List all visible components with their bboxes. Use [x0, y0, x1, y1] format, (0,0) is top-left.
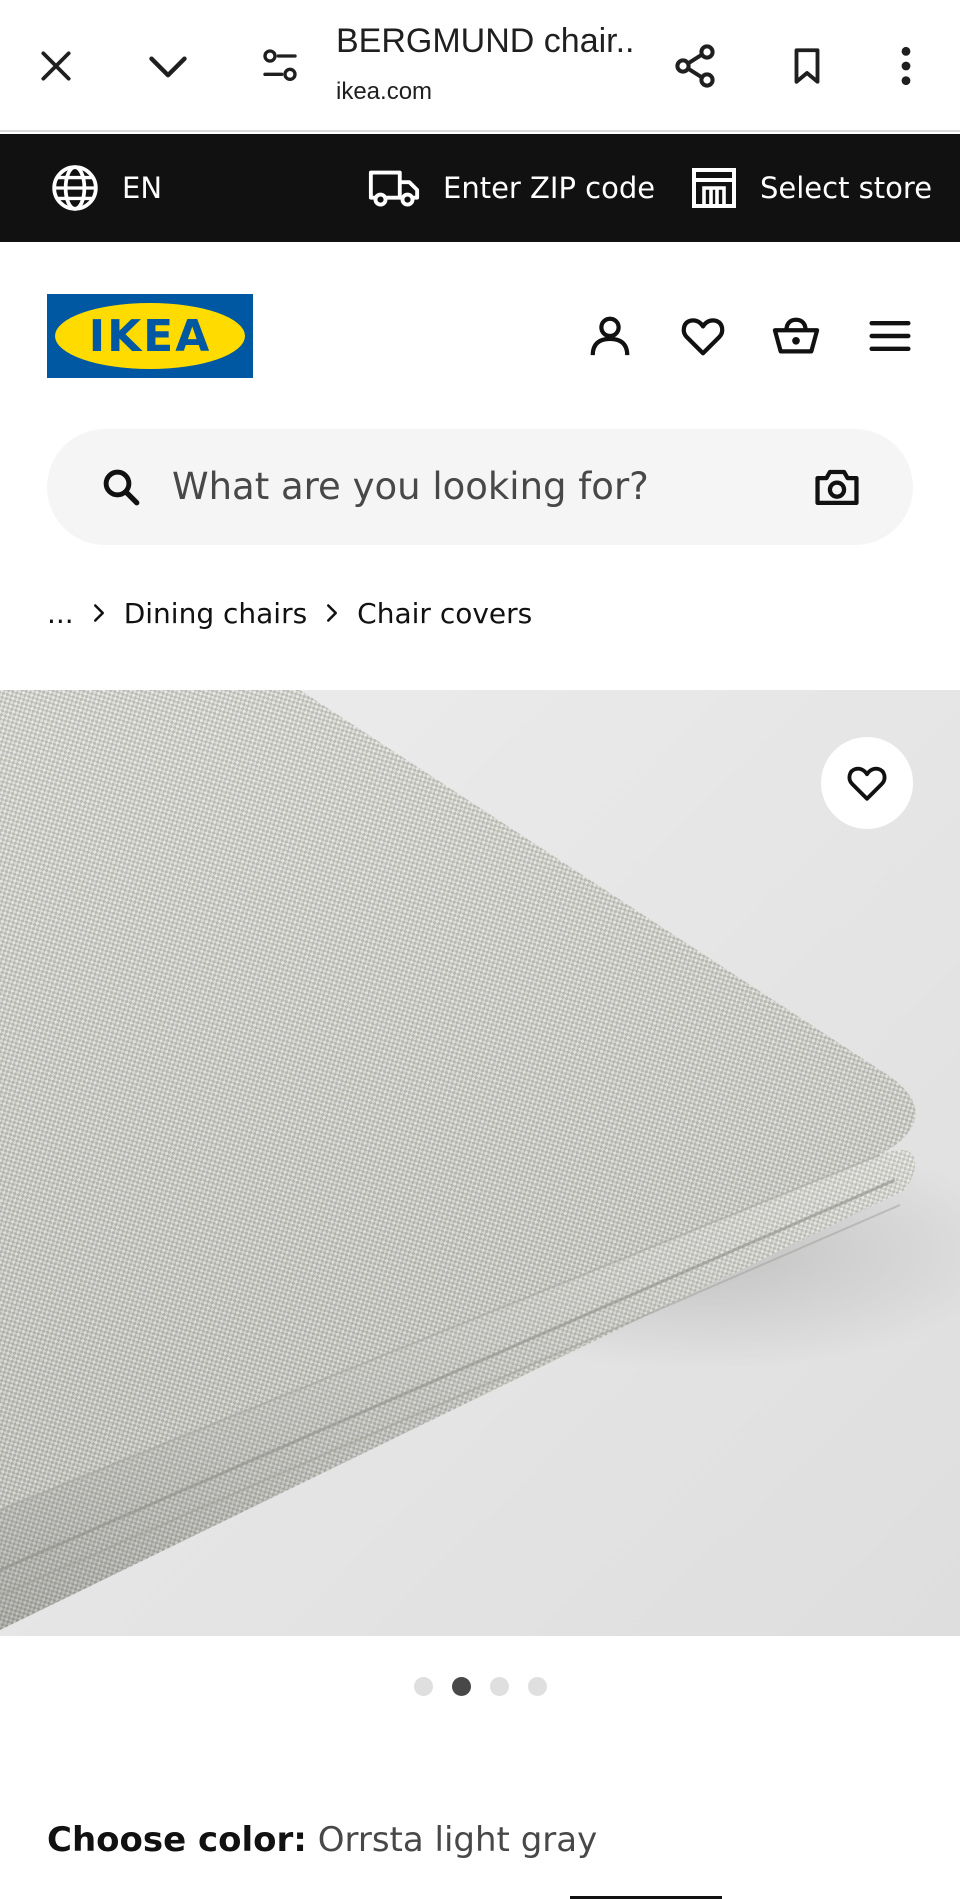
breadcrumb-item-dining-chairs[interactable]: Dining chairs	[124, 597, 307, 630]
logo-text: IKEA	[88, 310, 212, 362]
camera-search-icon[interactable]	[807, 457, 867, 517]
ikea-logo[interactable]: IKEA	[47, 294, 253, 378]
chevron-down-icon[interactable]	[138, 36, 198, 96]
account-icon[interactable]	[580, 306, 640, 366]
close-tab-icon[interactable]	[26, 36, 86, 96]
selected-color-value: Orrsta light gray	[317, 1820, 598, 1860]
zip-code-label: Enter ZIP code	[443, 171, 656, 205]
menu-hamburger-icon[interactable]	[860, 306, 920, 366]
breadcrumb: ... Dining chairs Chair covers	[47, 588, 532, 638]
search-bar[interactable]: What are you looking for?	[47, 429, 913, 545]
carousel-dot[interactable]	[490, 1677, 509, 1696]
globe-icon	[52, 165, 98, 211]
bookmark-icon[interactable]	[777, 36, 837, 96]
page-controls-icon[interactable]	[250, 36, 310, 96]
page-title[interactable]: BERGMUND chair...	[336, 22, 636, 61]
language-selector[interactable]: EN	[50, 134, 162, 242]
breadcrumb-item-chair-covers[interactable]: Chair covers	[357, 597, 532, 630]
utility-bar: EN Enter ZIP code Select store	[0, 134, 960, 242]
zip-code-button[interactable]: Enter ZIP code	[367, 134, 655, 242]
select-store-button[interactable]: Select store	[690, 134, 932, 242]
shopping-basket-icon[interactable]	[766, 306, 826, 366]
select-store-label: Select store	[760, 171, 933, 205]
add-to-favorites-button[interactable]	[821, 737, 913, 829]
search-input[interactable]: What are you looking for?	[172, 429, 649, 545]
truck-icon	[368, 170, 420, 207]
chevron-right-icon	[325, 603, 339, 623]
product-image[interactable]	[0, 690, 960, 1636]
folded-fabric-image	[0, 690, 960, 1636]
breadcrumb-ellipsis[interactable]: ...	[47, 597, 74, 630]
page-url[interactable]: ikea.com	[336, 78, 432, 106]
language-label: EN	[122, 171, 163, 205]
carousel-dot[interactable]	[452, 1677, 471, 1696]
store-icon	[692, 168, 736, 208]
more-options-icon[interactable]	[876, 36, 936, 96]
carousel-dots	[414, 1677, 547, 1696]
carousel-dot[interactable]	[414, 1677, 433, 1696]
color-selector-label: Choose color: Orrsta light gray	[47, 1820, 597, 1860]
carousel-dot[interactable]	[528, 1677, 547, 1696]
heart-icon	[847, 766, 887, 801]
search-icon[interactable]	[91, 457, 151, 517]
chevron-right-icon	[92, 603, 106, 623]
share-icon[interactable]	[665, 36, 725, 96]
favorites-heart-icon[interactable]	[673, 306, 733, 366]
choose-color-label: Choose color:	[47, 1820, 307, 1860]
browser-toolbar: BERGMUND chair... ikea.com	[0, 0, 960, 132]
logo-oval: IKEA	[55, 303, 245, 369]
